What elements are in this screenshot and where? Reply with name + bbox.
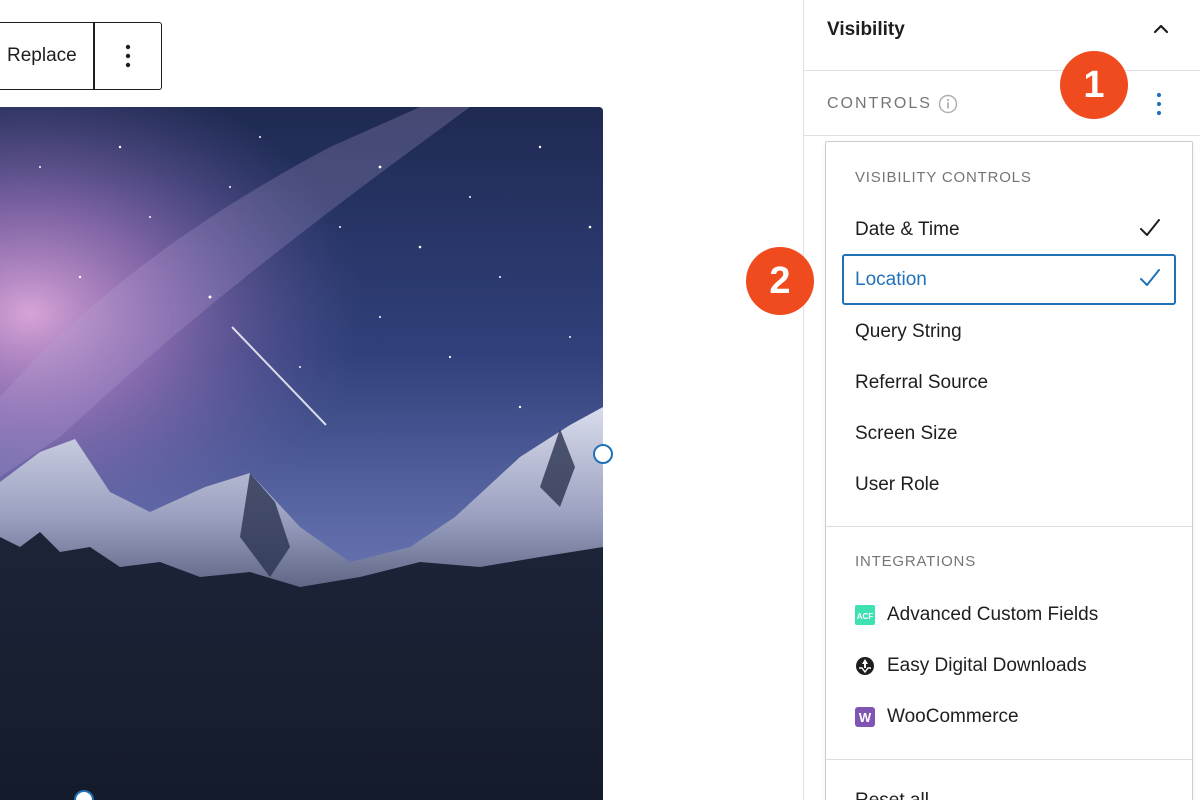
visibility-panel-header[interactable]: Visibility bbox=[804, 0, 1200, 71]
menu-item-label: Easy Digital Downloads bbox=[887, 654, 1087, 676]
block-toolbar: Replace bbox=[0, 22, 162, 90]
menu-item-label: Date & Time bbox=[855, 218, 960, 240]
menu-item-referral-source[interactable]: Referral Source bbox=[842, 357, 1176, 408]
edd-icon bbox=[855, 656, 875, 676]
checkmark-icon bbox=[1140, 269, 1160, 286]
woocommerce-icon-text: W bbox=[859, 710, 872, 725]
reset-all-button[interactable]: Reset all bbox=[855, 790, 929, 800]
step-badge-1: 1 bbox=[1060, 51, 1128, 119]
menu-item-user-role[interactable]: User Role bbox=[842, 459, 1176, 510]
replace-button[interactable]: Replace bbox=[0, 23, 93, 89]
controls-row: CONTROLS bbox=[804, 72, 1200, 136]
info-icon[interactable] bbox=[938, 94, 958, 114]
menu-item-woocommerce[interactable]: W WooCommerce bbox=[842, 691, 1176, 742]
checkmark-icon bbox=[1140, 219, 1160, 236]
menu-item-label: WooCommerce bbox=[887, 705, 1019, 727]
visibility-controls-group-title: VISIBILITY CONTROLS bbox=[855, 169, 1032, 186]
controls-options-button[interactable] bbox=[1144, 88, 1174, 120]
menu-divider bbox=[826, 759, 1192, 760]
menu-item-label: User Role bbox=[855, 473, 940, 495]
acf-icon: ACF bbox=[855, 604, 875, 625]
controls-label: CONTROLS bbox=[827, 95, 932, 112]
resize-handle-right[interactable] bbox=[593, 444, 613, 464]
toolbar-options-button[interactable] bbox=[95, 23, 162, 89]
acf-icon-text: ACF bbox=[857, 612, 874, 621]
integrations-group-title: INTEGRATIONS bbox=[855, 553, 976, 570]
mountain-night-sky-image bbox=[0, 107, 603, 800]
menu-item-location[interactable]: Location bbox=[842, 254, 1176, 305]
menu-item-label: Referral Source bbox=[855, 371, 989, 393]
menu-item-date-time[interactable]: Date & Time bbox=[842, 204, 1176, 255]
step-badge-2: 2 bbox=[746, 247, 814, 315]
vertical-ellipsis-icon bbox=[125, 44, 130, 68]
menu-item-easy-digital-downloads[interactable]: Easy Digital Downloads bbox=[842, 640, 1176, 691]
menu-item-label: Advanced Custom Fields bbox=[887, 603, 1099, 625]
vertical-ellipsis-icon bbox=[1156, 92, 1162, 116]
menu-divider bbox=[826, 526, 1192, 527]
menu-item-label: Query String bbox=[855, 320, 962, 342]
controls-dropdown-menu: VISIBILITY CONTROLS Date & Time Location… bbox=[825, 141, 1193, 800]
woocommerce-icon: W bbox=[855, 706, 875, 727]
chevron-up-icon[interactable] bbox=[1150, 18, 1172, 40]
image-block[interactable] bbox=[0, 107, 603, 800]
menu-item-label: Location bbox=[855, 268, 927, 290]
menu-item-advanced-custom-fields[interactable]: ACF Advanced Custom Fields bbox=[842, 589, 1176, 640]
panel-title: Visibility bbox=[827, 19, 905, 40]
menu-item-screen-size[interactable]: Screen Size bbox=[842, 408, 1176, 459]
menu-item-query-string[interactable]: Query String bbox=[842, 306, 1176, 357]
menu-item-label: Screen Size bbox=[855, 422, 958, 444]
